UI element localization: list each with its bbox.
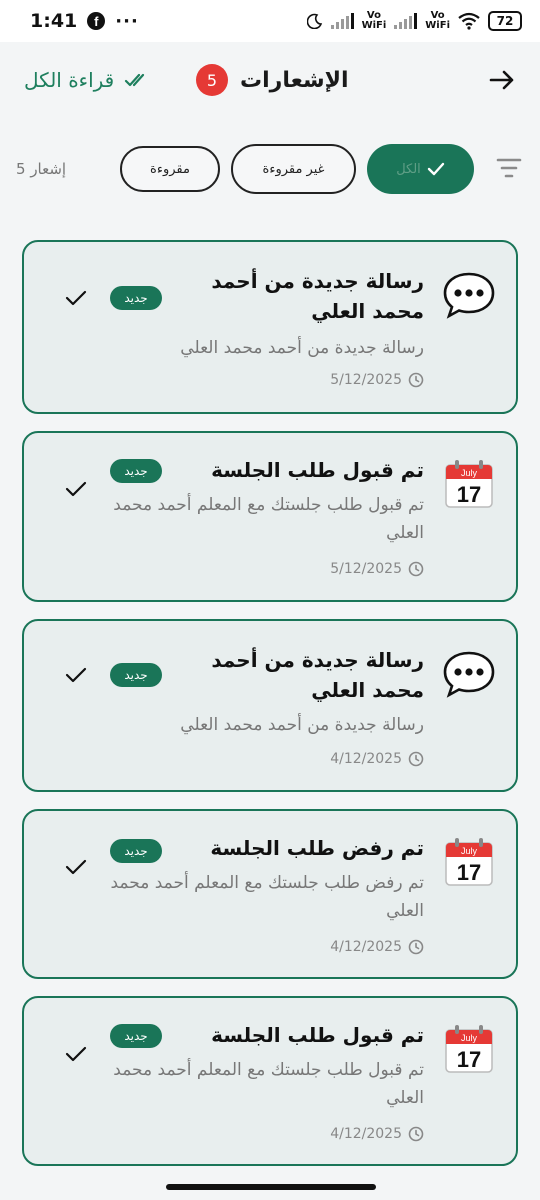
mark-read-check-icon[interactable] bbox=[64, 855, 88, 879]
vowifi-label-2: Vo WiFi bbox=[425, 10, 450, 31]
speech-bubble-icon bbox=[443, 651, 495, 698]
page-title: الإشعارات bbox=[240, 67, 349, 93]
wifi-icon bbox=[458, 12, 480, 30]
notification-date: 5/12/2025 bbox=[330, 561, 424, 577]
notification-body: رسالة جديدة من أحمد محمد العلي bbox=[180, 338, 424, 358]
filter-unread-chip[interactable]: غير مقروءة bbox=[231, 144, 356, 194]
notification-date: 4/12/2025 bbox=[330, 1126, 424, 1142]
filter-read-label: مقروءة bbox=[150, 161, 190, 177]
calendar-icon: July 17 bbox=[445, 838, 493, 886]
svg-text:July: July bbox=[461, 1033, 478, 1043]
svg-text:17: 17 bbox=[457, 1047, 481, 1072]
clock-icon bbox=[408, 561, 424, 577]
notification-card[interactable]: July 17 تم رفض طلب الجلسة تم رفض طلب جلست… bbox=[22, 809, 518, 979]
double-check-icon bbox=[125, 73, 145, 87]
notification-title: تم قبول طلب الجلسة bbox=[211, 458, 424, 482]
app-header: قراءة الكل 5 الإشعارات bbox=[0, 42, 540, 118]
speech-bubble-icon bbox=[443, 272, 495, 319]
svg-text:17: 17 bbox=[457, 860, 481, 885]
more-notifications-icon: ··· bbox=[115, 10, 139, 32]
notification-count-label: 5 إشعار bbox=[16, 160, 67, 178]
gesture-nav-handle[interactable] bbox=[166, 1184, 376, 1190]
filter-all-label: الكل bbox=[396, 161, 421, 177]
filter-read-chip[interactable]: مقروءة bbox=[120, 146, 220, 192]
moon-icon bbox=[306, 13, 322, 29]
battery-icon: 72 bbox=[488, 11, 522, 31]
back-arrow-icon[interactable] bbox=[486, 64, 518, 96]
new-badge: جديد bbox=[110, 286, 162, 310]
filter-all-chip[interactable]: الكل bbox=[367, 144, 474, 194]
new-badge: جديد bbox=[110, 1024, 162, 1048]
vowifi-label: Vo WiFi bbox=[361, 10, 387, 31]
mark-read-check-icon[interactable] bbox=[64, 477, 88, 501]
facebook-icon: f bbox=[87, 12, 106, 30]
signal-icon bbox=[330, 13, 354, 29]
clock-icon bbox=[408, 372, 424, 388]
svg-text:July: July bbox=[461, 846, 478, 856]
new-badge: جديد bbox=[110, 663, 162, 687]
notification-card[interactable]: July 17 تم قبول طلب الجلسة تم قبول طلب جل… bbox=[22, 996, 518, 1166]
mark-read-check-icon[interactable] bbox=[64, 663, 88, 687]
signal-icon-2 bbox=[394, 13, 418, 29]
notification-date: 5/12/2025 bbox=[330, 372, 424, 388]
notification-card[interactable]: July 17 تم قبول طلب الجلسة تم قبول طلب جل… bbox=[22, 431, 518, 602]
status-bar: 1:41 f ··· Vo WiFi Vo WiFi 72 bbox=[0, 0, 540, 42]
filter-bar: 5 إشعار مقروءة غير مقروءة الكل bbox=[0, 140, 540, 200]
notification-card[interactable]: رسالة جديدة من أحمد محمد العلي رسالة جدي… bbox=[22, 240, 518, 414]
notification-title: رسالة جديدة من أحمد محمد العلي bbox=[211, 648, 424, 702]
notification-body: رسالة جديدة من أحمد محمد العلي bbox=[180, 715, 424, 735]
notification-card[interactable]: رسالة جديدة من أحمد محمد العلي رسالة جدي… bbox=[22, 619, 518, 792]
notification-body: تم قبول طلب جلستك مع المعلم أحمد محمد ال… bbox=[113, 495, 424, 543]
notification-date: 4/12/2025 bbox=[330, 751, 424, 767]
check-icon bbox=[427, 162, 444, 176]
read-all-label: قراءة الكل bbox=[24, 68, 115, 92]
notification-title: تم رفض طلب الجلسة bbox=[210, 836, 424, 860]
mark-read-check-icon[interactable] bbox=[64, 286, 88, 310]
calendar-icon: July 17 bbox=[445, 1025, 493, 1073]
notification-title: رسالة جديدة من أحمد محمد العلي bbox=[211, 269, 424, 323]
notification-title: تم قبول طلب الجلسة bbox=[211, 1023, 424, 1047]
status-time: 1:41 bbox=[30, 10, 78, 32]
filter-icon[interactable] bbox=[496, 156, 522, 180]
clock-icon bbox=[408, 1126, 424, 1142]
new-badge: جديد bbox=[110, 839, 162, 863]
clock-icon bbox=[408, 939, 424, 955]
calendar-icon: July 17 bbox=[445, 460, 493, 508]
notification-body: تم رفض طلب جلستك مع المعلم أحمد محمد الع… bbox=[110, 873, 425, 921]
filter-unread-label: غير مقروءة bbox=[262, 161, 325, 177]
clock-icon bbox=[408, 751, 424, 767]
new-badge: جديد bbox=[110, 459, 162, 483]
svg-text:July: July bbox=[461, 468, 478, 478]
notification-date: 4/12/2025 bbox=[330, 939, 424, 955]
read-all-button[interactable]: قراءة الكل bbox=[24, 68, 150, 92]
notification-body: تم قبول طلب جلستك مع المعلم أحمد محمد ال… bbox=[113, 1060, 424, 1108]
unread-count-badge: 5 bbox=[196, 64, 228, 96]
svg-text:17: 17 bbox=[457, 482, 481, 507]
mark-read-check-icon[interactable] bbox=[64, 1042, 88, 1066]
